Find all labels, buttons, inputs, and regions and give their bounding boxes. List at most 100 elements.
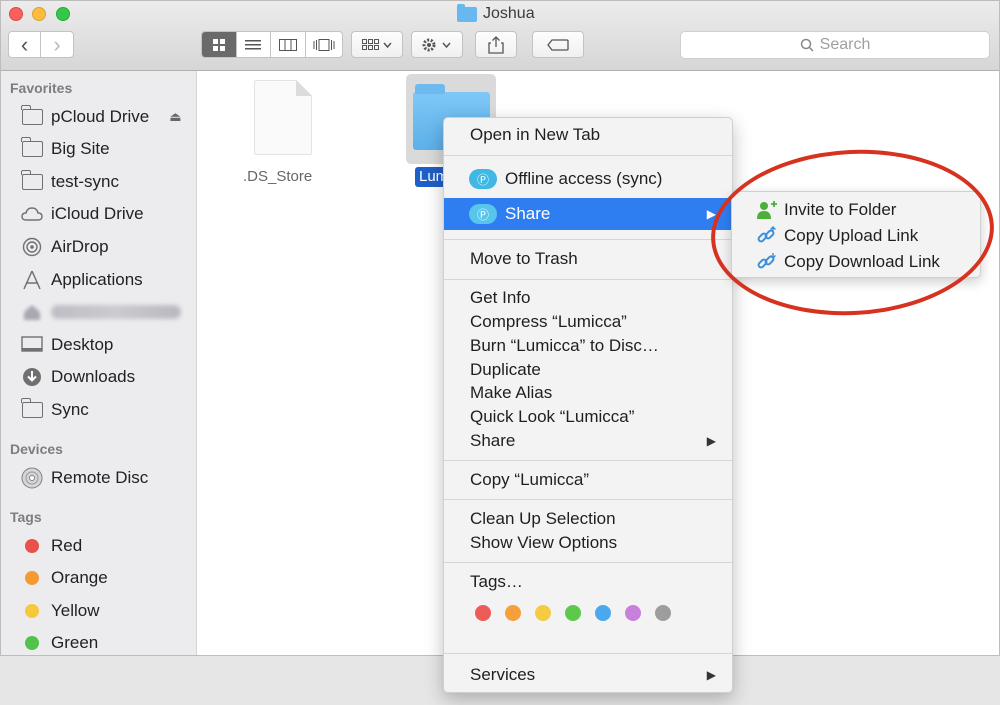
arrange-icon — [362, 38, 392, 50]
submenu-item-invite[interactable]: Invite to Folder — [756, 198, 896, 222]
home-icon — [24, 305, 40, 320]
file-name-ds-store[interactable]: .DS_Store — [243, 168, 312, 185]
edit-tags-button[interactable] — [532, 31, 584, 58]
menu-item-compress[interactable]: Compress “Lumicca” — [444, 310, 732, 334]
sidebar: Favorites pCloud Drive ⏏ Big Site test-s… — [1, 71, 197, 655]
cover-flow-button[interactable] — [306, 32, 342, 57]
forward-button[interactable]: › — [41, 32, 73, 57]
menu-item-services[interactable]: Services ▶ — [444, 663, 732, 687]
submenu-item-label: Copy Upload Link — [784, 226, 919, 245]
menu-item-tags[interactable]: Tags… — [444, 570, 732, 594]
sidebar-item-home-blurred[interactable] — [21, 299, 181, 325]
window-title-text: Joshua — [483, 5, 535, 22]
menu-separator — [444, 653, 732, 654]
menu-item-label: Services — [470, 665, 536, 684]
sidebar-item-desktop[interactable]: Desktop — [21, 332, 113, 358]
sidebar-item-label: Big Site — [51, 139, 110, 158]
downloads-icon — [23, 368, 41, 386]
menu-item-make-alias[interactable]: Make Alias — [444, 381, 732, 405]
menu-item-share[interactable]: Share ▶ — [444, 429, 732, 453]
tag-color-blue[interactable] — [595, 605, 611, 621]
tag-color-red[interactable] — [475, 605, 491, 621]
sidebar-item-sync[interactable]: Sync — [21, 397, 89, 423]
sidebar-tag-orange[interactable]: Orange — [21, 565, 108, 591]
favorites-heading: Favorites — [10, 80, 73, 96]
zoom-window-button[interactable] — [56, 7, 70, 21]
menu-item-quick-look[interactable]: Quick Look “Lumicca” — [444, 405, 732, 429]
tag-icon — [547, 38, 569, 51]
sidebar-item-applications[interactable]: Applications — [21, 267, 143, 293]
columns-icon — [278, 38, 297, 51]
search-input[interactable]: Search — [680, 31, 990, 59]
folder-icon — [457, 3, 477, 22]
airdrop-icon — [22, 237, 42, 257]
column-view-button[interactable] — [271, 32, 306, 57]
tag-color-yellow[interactable] — [535, 605, 551, 621]
sidebar-item-test-sync[interactable]: test-sync — [21, 169, 119, 195]
menu-item-burn[interactable]: Burn “Lumicca” to Disc… — [444, 334, 732, 358]
sidebar-tag-green[interactable]: Green — [21, 630, 98, 655]
sidebar-item-icloud-drive[interactable]: iCloud Drive — [21, 201, 144, 227]
arrange-button[interactable] — [351, 31, 403, 58]
menu-item-move-to-trash[interactable]: Move to Trash — [444, 247, 732, 271]
menu-item-view-options[interactable]: Show View Options — [444, 531, 732, 555]
gear-icon — [422, 38, 451, 51]
submenu-item-label: Copy Download Link — [784, 252, 940, 271]
action-button[interactable] — [411, 31, 463, 58]
submenu-arrow-icon: ▶ — [706, 207, 716, 221]
list-view-button[interactable] — [237, 32, 272, 57]
navigation-buttons: ‹ › — [8, 31, 74, 58]
search-icon — [800, 38, 814, 52]
menu-item-offline-access[interactable]: Ⓟ Offline access (sync) — [444, 167, 732, 191]
document-icon[interactable] — [254, 80, 312, 155]
sidebar-item-pcloud-drive[interactable]: pCloud Drive ⏏ — [21, 104, 182, 130]
sidebar-item-label: Desktop — [51, 335, 114, 354]
sidebar-item-airdrop[interactable]: AirDrop — [21, 234, 109, 260]
menu-separator — [444, 279, 732, 280]
sidebar-item-label: Remote Disc — [51, 468, 149, 487]
tag-color-green[interactable] — [565, 605, 581, 621]
menu-separator — [444, 499, 732, 500]
share-submenu: Invite to Folder Copy Upload Link Copy D… — [731, 191, 981, 278]
close-window-button[interactable] — [9, 7, 23, 21]
grid-icon — [212, 38, 225, 51]
back-button[interactable]: ‹ — [9, 32, 41, 57]
sidebar-item-remote-disc[interactable]: Remote Disc — [21, 465, 148, 491]
tag-color-gray[interactable] — [655, 605, 671, 621]
eject-icon[interactable]: ⏏ — [169, 109, 181, 125]
tag-color-purple[interactable] — [625, 605, 641, 621]
sidebar-item-label: Orange — [51, 568, 108, 587]
menu-item-duplicate[interactable]: Duplicate — [444, 358, 732, 382]
green-tag-dot-icon — [25, 636, 39, 650]
tags-heading: Tags — [10, 509, 42, 525]
sidebar-item-label: pCloud Drive — [51, 107, 150, 126]
minimize-window-button[interactable] — [32, 7, 46, 21]
share-toolbar-button[interactable] — [475, 31, 517, 58]
view-mode-buttons — [201, 31, 343, 58]
sidebar-tag-yellow[interactable]: Yellow — [21, 598, 100, 624]
submenu-item-download-link[interactable]: Copy Download Link — [756, 250, 940, 274]
sidebar-item-label: test-sync — [51, 172, 120, 191]
applications-icon — [23, 270, 41, 290]
devices-heading: Devices — [10, 441, 63, 457]
menu-item-pcloud-share[interactable]: Ⓟ Share ▶ — [444, 198, 732, 230]
tag-color-orange[interactable] — [505, 605, 521, 621]
submenu-item-upload-link[interactable]: Copy Upload Link — [756, 224, 918, 248]
menu-separator — [444, 460, 732, 461]
red-tag-dot-icon — [25, 539, 39, 553]
menu-item-copy[interactable]: Copy “Lumicca” — [444, 468, 732, 492]
title-bar: Joshua ‹ › Search — [1, 1, 999, 71]
folder-icon — [21, 105, 43, 125]
menu-item-clean-up[interactable]: Clean Up Selection — [444, 507, 732, 531]
submenu-arrow-icon: ▶ — [706, 668, 716, 682]
sidebar-item-downloads[interactable]: Downloads — [21, 364, 135, 390]
menu-item-label: Share — [505, 204, 551, 223]
menu-item-get-info[interactable]: Get Info — [444, 286, 732, 310]
sidebar-tag-red[interactable]: Red — [21, 533, 82, 559]
sidebar-item-big-site[interactable]: Big Site — [21, 136, 110, 162]
menu-item-open-new-tab[interactable]: Open in New Tab — [444, 123, 732, 147]
sidebar-item-label: Applications — [51, 270, 143, 289]
pcloud-icon: Ⓟ — [469, 204, 497, 224]
desktop-icon — [21, 336, 43, 352]
icon-view-button[interactable] — [202, 32, 237, 57]
